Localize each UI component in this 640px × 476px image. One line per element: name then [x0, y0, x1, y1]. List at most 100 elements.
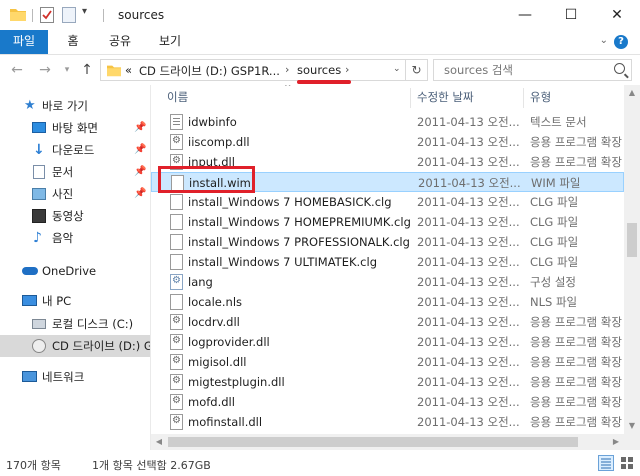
search-box[interactable]	[433, 59, 632, 81]
nav-desktop[interactable]: 바탕 화면 📌	[0, 117, 150, 139]
back-arrow-icon[interactable]: ←	[8, 61, 26, 79]
dll-file-icon	[170, 331, 183, 351]
nav-videos[interactable]: 동영상	[0, 205, 150, 227]
nav-local-disk[interactable]: 로컬 디스크 (C:)	[0, 313, 150, 335]
file-row[interactable]: migtestplugin.dll 2011-04-13 오전... 응용 프로그램…	[151, 371, 624, 392]
cd-drive-icon	[32, 339, 46, 353]
file-row[interactable]: locdrv.dll 2011-04-13 오전... 응용 프로그램 확장	[151, 311, 624, 332]
nav-quick-access[interactable]: ★ 바로 가기	[0, 95, 150, 117]
pin-icon[interactable]: 📌	[134, 139, 146, 161]
file-row[interactable]: locale.nls 2011-04-13 오전... NLS 파일	[151, 292, 624, 312]
nav-quick-access-label: 바로 가기	[42, 99, 88, 113]
file-type: 응용 프로그램 확장	[530, 315, 622, 329]
selection-info: 1개 항목 선택함 2.67GB	[92, 459, 211, 472]
file-row[interactable]: install_Windows 7 HOMEPREMIUMK.clg 2011-0…	[151, 212, 624, 232]
nav-this-pc[interactable]: 내 PC	[0, 290, 150, 312]
file-type: CLG 파일	[530, 255, 579, 269]
tab-view[interactable]: 보기	[150, 30, 190, 54]
column-divider[interactable]	[523, 88, 524, 108]
help-icon[interactable]: ?	[614, 35, 628, 49]
nav-this-pc-label: 내 PC	[42, 294, 72, 308]
details-view-icon[interactable]	[598, 455, 614, 471]
refresh-icon[interactable]: ↻	[406, 59, 428, 81]
ribbon-expand-icon[interactable]: ⌄	[600, 35, 608, 46]
status-bar: 170개 항목 1개 항목 선택함 2.67GB	[0, 450, 640, 476]
text-file-icon	[170, 114, 183, 130]
minimize-button[interactable]: —	[502, 0, 548, 30]
breadcrumb-drive[interactable]: CD 드라이브 (D:) GSP1R...	[139, 63, 280, 79]
tab-file[interactable]: 파일	[0, 30, 48, 54]
up-arrow-icon[interactable]: ↑	[78, 61, 96, 79]
nav-videos-label: 동영상	[52, 209, 84, 223]
file-row[interactable]: logprovider.dll 2011-04-13 오전... 응용 프로그램 확…	[151, 331, 624, 352]
nav-cd-drive[interactable]: CD 드라이브 (D:) G	[0, 335, 150, 357]
breadcrumb-chevron-icon[interactable]: ›	[285, 63, 289, 76]
properties-icon[interactable]	[40, 7, 54, 26]
close-button[interactable]: ✕	[594, 0, 640, 30]
file-name: install_Windows 7 ULTIMATEK.clg	[188, 255, 377, 269]
scroll-right-icon[interactable]: ▶	[608, 434, 624, 450]
file-row[interactable]: iiscomp.dll 2011-04-13 오전... 응용 프로그램 확장	[151, 131, 624, 152]
nav-documents[interactable]: 문서 📌	[0, 161, 150, 183]
pin-icon[interactable]: 📌	[134, 183, 146, 205]
forward-arrow-icon[interactable]: →	[36, 61, 54, 79]
file-name: install_Windows 7 HOMEBASICK.clg	[188, 195, 392, 209]
drive-icon	[32, 319, 46, 329]
file-row[interactable]: install_Windows 7 HOMEBASICK.clg 2011-04-…	[151, 192, 624, 212]
nav-onedrive[interactable]: OneDrive	[0, 260, 150, 282]
file-row[interactable]: mofinstall.dll 2011-04-13 오전... 응용 프로그램 확장	[151, 411, 624, 432]
address-bar[interactable]: « CD 드라이브 (D:) GSP1R... › sources › ⌄	[100, 59, 406, 81]
pin-icon[interactable]: 📌	[134, 117, 146, 139]
tab-share[interactable]: 공유	[100, 30, 140, 54]
generic-file-icon	[170, 214, 183, 230]
tab-home[interactable]: 홈	[56, 30, 90, 54]
nav-pictures[interactable]: 사진 📌	[0, 183, 150, 205]
column-header-name[interactable]: 이름	[167, 85, 407, 110]
file-date: 2011-04-13 오전...	[417, 155, 520, 169]
file-name: lang	[188, 275, 213, 289]
nav-downloads[interactable]: ↓ 다운로드 📌	[0, 139, 150, 161]
address-overflow[interactable]: «	[125, 63, 132, 77]
search-icon[interactable]	[614, 63, 625, 74]
download-icon: ↓	[33, 142, 45, 158]
file-row[interactable]: mofd.dll 2011-04-13 오전... 응용 프로그램 확장	[151, 391, 624, 412]
large-icons-view-icon[interactable]	[619, 455, 635, 471]
file-name: idwbinfo	[188, 115, 237, 129]
generic-file-icon	[170, 194, 183, 210]
column-header-modified[interactable]: 수정한 날짜	[417, 85, 517, 110]
file-row[interactable]: migisol.dll 2011-04-13 오전... 응용 프로그램 확장	[151, 351, 624, 372]
file-row[interactable]: install_Windows 7 ULTIMATEK.clg 2011-04-1…	[151, 252, 624, 272]
file-row[interactable]: lang 2011-04-13 오전... 구성 설정	[151, 271, 624, 292]
scroll-thumb[interactable]	[627, 223, 637, 257]
column-divider[interactable]	[410, 88, 411, 108]
videos-icon	[32, 209, 46, 223]
nav-music[interactable]: ♪ 음악	[0, 227, 150, 249]
address-folder-icon	[107, 63, 121, 80]
horizontal-scrollbar[interactable]: ◀ ▶	[151, 434, 624, 450]
breadcrumb-chevron-icon[interactable]: ›	[345, 63, 349, 76]
breadcrumb-sources[interactable]: sources	[297, 63, 341, 77]
desktop-icon	[32, 122, 46, 133]
file-row[interactable]: idwbinfo 2011-04-13 오전... 텍스트 문서	[151, 112, 624, 132]
vertical-scrollbar[interactable]: ▲ ▼	[624, 85, 640, 450]
file-date: 2011-04-13 오전...	[417, 415, 520, 429]
nav-network[interactable]: 네트워크	[0, 366, 150, 388]
search-input[interactable]	[444, 63, 604, 77]
file-type: 텍스트 문서	[530, 115, 587, 129]
column-header-type[interactable]: 유형	[530, 85, 620, 110]
scroll-left-icon[interactable]: ◀	[151, 434, 167, 450]
scroll-down-icon[interactable]: ▼	[624, 418, 640, 434]
scroll-up-icon[interactable]: ▲	[624, 85, 640, 101]
new-folder-icon[interactable]	[62, 7, 76, 26]
file-name: install_Windows 7 PROFESSIONALK.clg	[188, 235, 410, 249]
address-dropdown-icon[interactable]: ⌄	[393, 64, 401, 74]
customize-toolbar-icon[interactable]: ▾	[82, 6, 87, 17]
dll-file-icon	[170, 131, 183, 151]
hscroll-thumb[interactable]	[168, 437, 578, 447]
file-date: 2011-04-13 오전...	[417, 295, 520, 309]
pin-icon[interactable]: 📌	[134, 161, 146, 183]
file-date: 2011-04-13 오전...	[417, 275, 520, 289]
recent-locations-icon[interactable]: ▾	[58, 61, 76, 79]
maximize-button[interactable]: ☐	[548, 0, 594, 30]
file-row[interactable]: install_Windows 7 PROFESSIONALK.clg 2011-…	[151, 232, 624, 252]
